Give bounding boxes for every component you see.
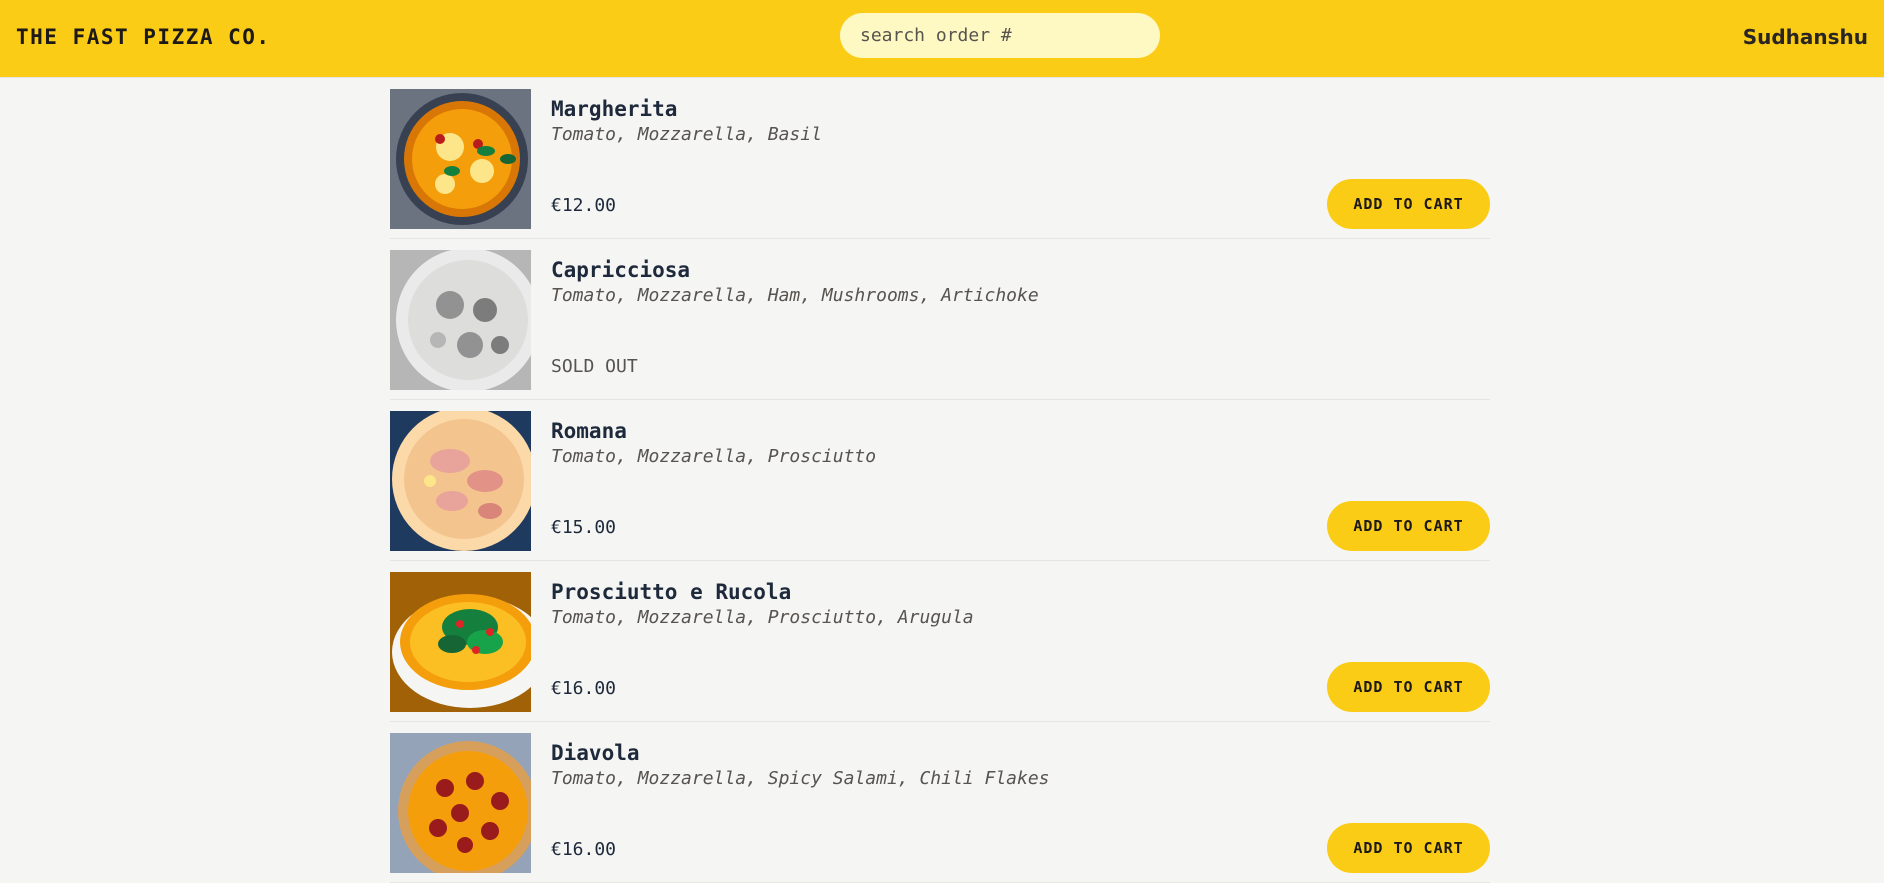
add-to-cart-button[interactable]: ADD TO CART [1327,501,1490,551]
menu-item: Prosciutto e Rucola Tomato, Mozzarella, … [390,561,1490,722]
search-order-input[interactable] [840,13,1160,58]
pizza-ingredients: Tomato, Mozzarella, Prosciutto, Arugula [551,607,974,628]
pizza-ingredients: Tomato, Mozzarella, Prosciutto [551,446,877,467]
menu-item: Capricciosa Tomato, Mozzarella, Ham, Mus… [390,239,1490,400]
pizza-ingredients: Tomato, Mozzarella, Ham, Mushrooms, Arti… [551,285,1039,306]
pizza-name: Diavola [551,741,640,765]
pizza-price: €15.00 [551,517,617,538]
sold-out-label: SOLD OUT [551,356,638,377]
pizza-name: Capricciosa [551,258,691,282]
pizza-image [390,250,531,390]
pizza-image [390,733,531,873]
pizza-price: €16.00 [551,839,617,860]
pizza-name: Prosciutto e Rucola [551,580,792,604]
add-to-cart-button[interactable]: ADD TO CART [1327,179,1490,229]
pizza-name: Margherita [551,97,678,121]
app-header: THE FAST PIZZA CO. Sudhanshu [0,0,1884,78]
pizza-price: €12.00 [551,195,617,216]
pizza-image [390,89,531,229]
pizza-price: €16.00 [551,678,617,699]
menu-item: Margherita Tomato, Mozzarella, Basil €12… [390,78,1490,239]
app-logo[interactable]: THE FAST PIZZA CO. [16,25,271,49]
add-to-cart-button[interactable]: ADD TO CART [1327,662,1490,712]
username: Sudhanshu [1742,25,1868,49]
menu-item: Romana Tomato, Mozzarella, Prosciutto €1… [390,400,1490,561]
pizza-image [390,411,531,551]
pizza-ingredients: Tomato, Mozzarella, Spicy Salami, Chili … [551,768,1050,789]
pizza-name: Romana [551,419,627,443]
pizza-ingredients: Tomato, Mozzarella, Basil [551,124,822,145]
menu-item: Diavola Tomato, Mozzarella, Spicy Salami… [390,722,1490,883]
menu-list: Margherita Tomato, Mozzarella, Basil €12… [390,78,1490,883]
add-to-cart-button[interactable]: ADD TO CART [1327,823,1490,873]
pizza-image [390,572,531,712]
